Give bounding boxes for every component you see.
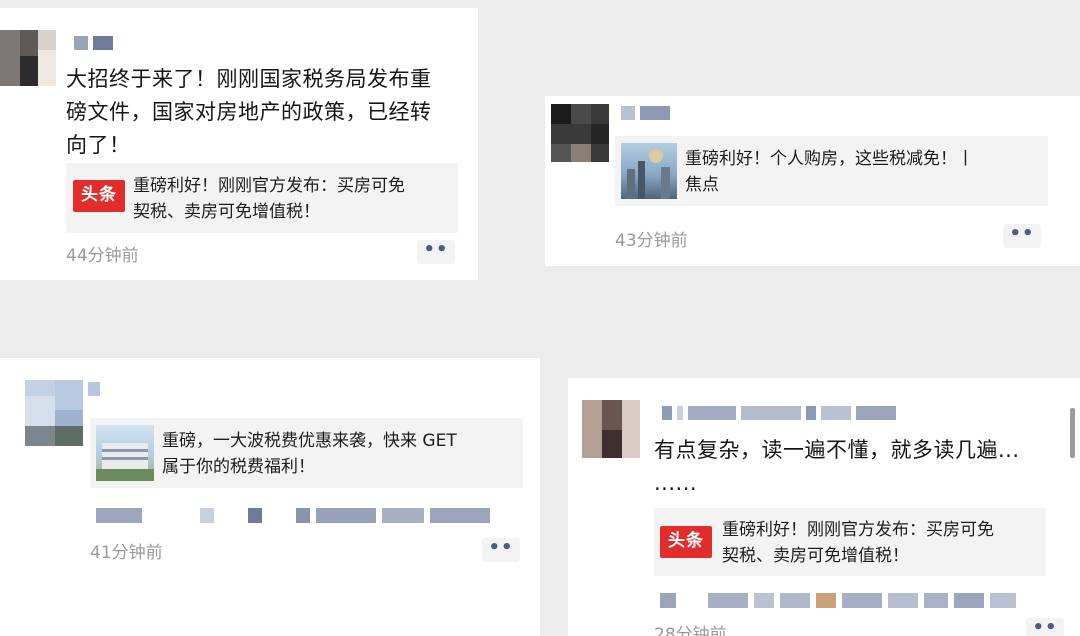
post-text: 有点复杂，读一遍不懂，就多读几遍... ...... — [654, 438, 1020, 495]
shared-link-card[interactable]: 重磅，一大波税费优惠来袭，快来 GET 属于你的税费福利！ — [90, 418, 523, 488]
blurred-comment-row — [660, 593, 1022, 608]
nickname-blurred[interactable] — [74, 36, 118, 50]
moment-card-4: 有点复杂，读一遍不懂，就多读几遍... ...... 头条 重磅利好！刚刚官方发… — [568, 378, 1080, 636]
more-actions-icon[interactable]: •• — [482, 538, 520, 562]
post-text: 大招终于来了！刚刚国家税务局发布重 磅文件，国家对房地产的政策，已经转 向了！ — [66, 67, 432, 157]
nickname-blurred[interactable] — [621, 106, 675, 120]
more-actions-icon[interactable]: •• — [1003, 224, 1041, 248]
link-thumbnail-icon — [96, 425, 154, 481]
timestamp: 41分钟前 — [90, 543, 163, 563]
avatar[interactable] — [0, 30, 56, 86]
avatar[interactable] — [551, 104, 609, 162]
link-title: 重磅利好！个人购房，这些税减免！丨 焦点 — [685, 149, 974, 195]
avatar[interactable] — [582, 400, 640, 458]
link-title: 重磅利好！刚刚官方发布：买房可免 契税、卖房可免增值税！ — [722, 520, 994, 566]
avatar[interactable] — [25, 380, 83, 446]
nickname-blurred[interactable] — [662, 406, 901, 420]
nickname-blurred[interactable] — [88, 382, 105, 396]
toutiao-logo-icon: 头条 — [73, 180, 125, 212]
timestamp: 44分钟前 — [66, 246, 139, 266]
toutiao-logo-icon: 头条 — [660, 526, 712, 558]
scrollbar[interactable] — [1070, 408, 1075, 458]
timestamp: 28分钟前 — [654, 625, 727, 636]
link-title: 重磅，一大波税费优惠来袭，快来 GET 属于你的税费福利！ — [162, 431, 457, 477]
moment-card-2: 重磅利好！个人购房，这些税减免！丨 焦点 43分钟前 •• — [545, 96, 1080, 266]
shared-link-card[interactable]: 头条 重磅利好！刚刚官方发布：买房可免 契税、卖房可免增值税！ — [654, 508, 1046, 576]
link-thumbnail-icon — [621, 143, 677, 199]
more-actions-icon[interactable]: •• — [417, 240, 455, 264]
more-actions-icon[interactable]: •• — [1026, 618, 1064, 636]
moment-card-3: 重磅，一大波税费优惠来袭，快来 GET 属于你的税费福利！ 41分钟前 •• — [0, 358, 540, 636]
shared-link-card[interactable]: 重磅利好！个人购房，这些税减免！丨 焦点 — [615, 136, 1048, 206]
timestamp: 43分钟前 — [615, 231, 688, 251]
link-title: 重磅利好！刚刚官方发布：买房可免 契税、卖房可免增值税！ — [133, 176, 405, 222]
moment-card-1: 大招终于来了！刚刚国家税务局发布重 磅文件，国家对房地产的政策，已经转 向了！ … — [0, 8, 478, 280]
blurred-comment-row — [96, 508, 496, 523]
shared-link-card[interactable]: 头条 重磅利好！刚刚官方发布：买房可免 契税、卖房可免增值税！ — [66, 163, 458, 233]
